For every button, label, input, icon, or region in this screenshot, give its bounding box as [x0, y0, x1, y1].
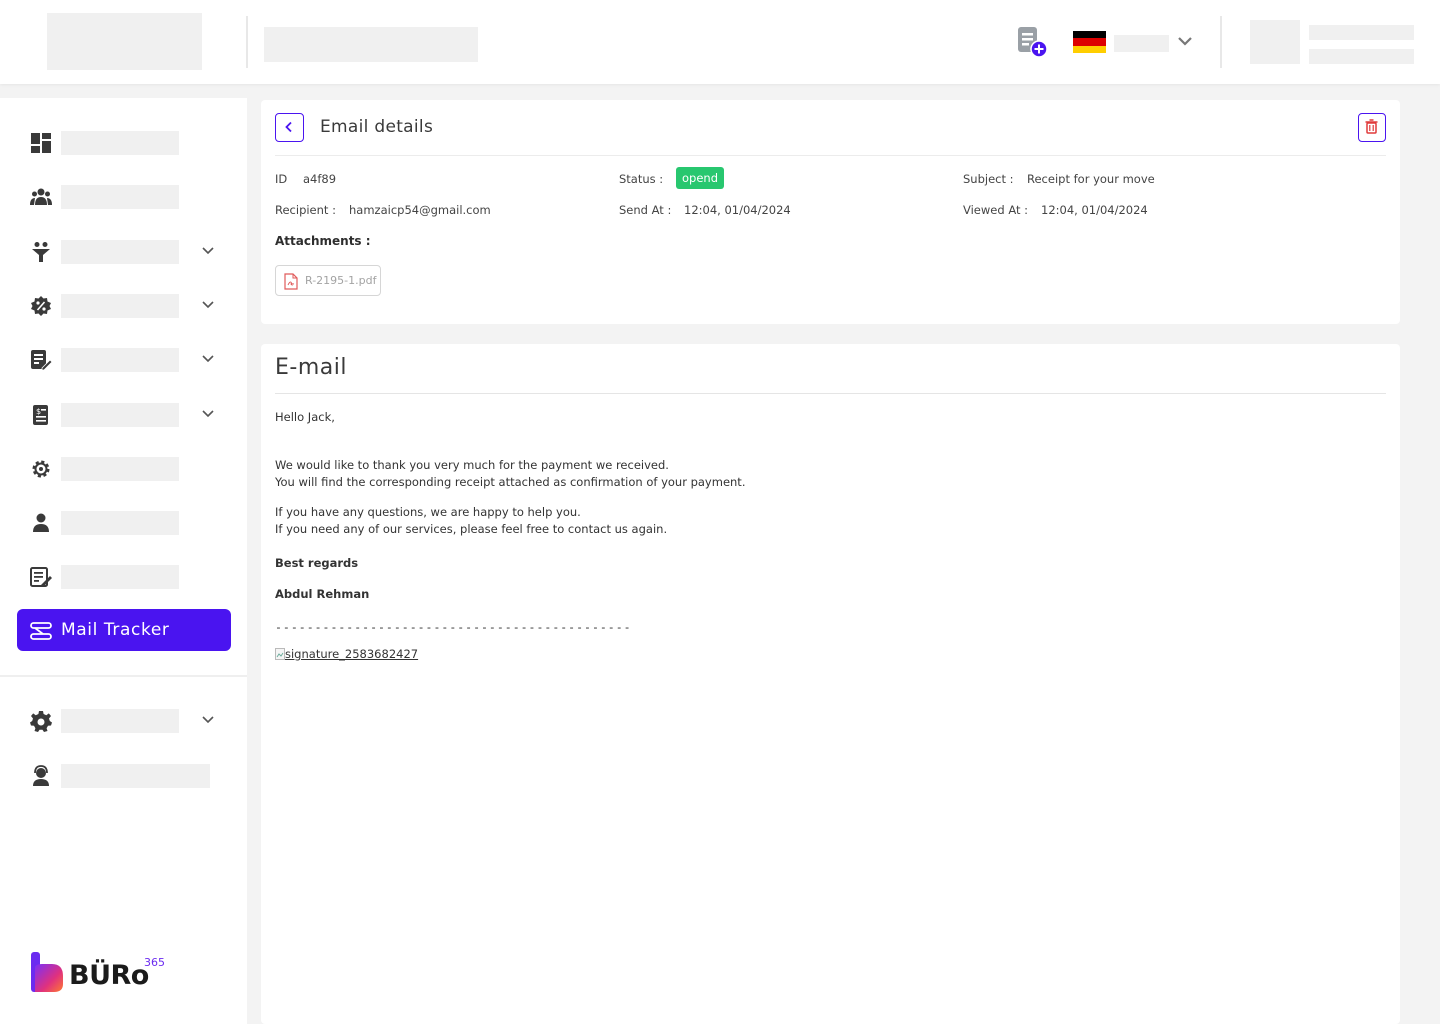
chevron-down-icon: [202, 716, 214, 724]
sidebar-item-label-placeholder: [61, 294, 179, 318]
id-value: a4f89: [303, 172, 337, 186]
buro-logo: BÜRo 365: [30, 950, 180, 998]
sidebar-item-label-placeholder: [61, 565, 179, 589]
support-icon: [33, 765, 49, 786]
recipient-label: Recipient :: [275, 203, 336, 217]
chevron-down-icon: [202, 247, 214, 255]
signature-image-alt: signature_2583682427: [285, 647, 419, 661]
sidebar-item-documents[interactable]: [17, 338, 231, 380]
chevron-down-icon: [202, 410, 214, 418]
attachment-name: R-2195-1.pdf: [305, 274, 377, 287]
sidebar-divider: [0, 675, 247, 677]
sidebar-item-mail-tracker[interactable]: Mail Tracker: [17, 609, 231, 651]
header-divider-right: [1220, 16, 1222, 68]
viewed-at-label: Viewed At :: [963, 203, 1029, 217]
user-name-placeholder: [1309, 25, 1414, 40]
settings-gear-icon: [32, 460, 50, 478]
email-paragraph-line: You will find the corresponding receipt …: [275, 475, 746, 489]
trash-icon: [1365, 119, 1378, 134]
svg-text:$: $: [36, 407, 41, 416]
sidebar-item-system-settings[interactable]: [17, 447, 231, 489]
header-logo-placeholder: [47, 13, 202, 70]
sidebar-item-label-placeholder: [61, 511, 179, 535]
signature-image-link[interactable]: signature_2583682427: [275, 647, 418, 661]
subject-value: Receipt for your move: [1027, 172, 1155, 186]
back-button[interactable]: [275, 113, 304, 142]
logo-superscript: 365: [144, 956, 165, 969]
email-section-title: E-mail: [275, 355, 347, 380]
email-body-card: E-mail Hello Jack, We would like to than…: [261, 344, 1400, 1024]
send-at-label: Send At :: [619, 203, 672, 217]
sidebar-item-label-placeholder: [61, 457, 179, 481]
sidebar-item-notes[interactable]: [17, 555, 231, 597]
header-divider: [246, 16, 248, 68]
language-name-placeholder: [1114, 35, 1169, 52]
email-paragraph-line: If you need any of our services, please …: [275, 522, 668, 536]
chevron-down-icon: [202, 355, 214, 363]
sidebar-item-label: Mail Tracker: [61, 620, 170, 640]
delete-button[interactable]: [1358, 113, 1386, 142]
sidebar-item-support[interactable]: [17, 754, 231, 796]
users-icon: [30, 188, 52, 205]
avatar[interactable]: [1250, 20, 1300, 64]
card-divider: [275, 155, 1386, 156]
sidebar-item-label-placeholder: [61, 185, 179, 209]
email-signature-name: Abdul Rehman: [275, 587, 370, 601]
sidebar-item-label-placeholder: [61, 131, 179, 155]
sidebar-item-dashboard[interactable]: [17, 121, 231, 163]
chevron-down-icon: [202, 301, 214, 309]
sidebar-item-label-placeholder: [61, 348, 179, 372]
sidebar-item-funnel[interactable]: [17, 230, 231, 272]
sidebar-item-discounts[interactable]: [17, 284, 231, 326]
note-edit-icon: [30, 567, 52, 587]
status-label: Status :: [619, 172, 664, 186]
recipient-value: hamzaicp54@gmail.com: [349, 203, 491, 217]
status-badge: opend: [676, 167, 724, 189]
email-closing: Best regards: [275, 556, 359, 570]
sidebar-item-label-placeholder: [61, 764, 210, 788]
sidebar-item-label-placeholder: [61, 403, 179, 427]
sidebar-item-invoices[interactable]: $: [17, 393, 231, 435]
mail-tracker-icon: [30, 622, 52, 640]
edit-document-icon: [31, 350, 52, 371]
attachments-label: Attachments :: [275, 234, 371, 248]
gear-icon: [30, 711, 52, 732]
subject-label: Subject :: [963, 172, 1014, 186]
person-icon: [33, 513, 49, 532]
chevron-left-icon: [285, 121, 292, 133]
sidebar-item-settings[interactable]: [17, 699, 231, 741]
email-greeting: Hello Jack,: [275, 410, 335, 424]
viewed-at-value: 12:04, 01/04/2024: [1041, 203, 1148, 217]
buro-logo-mark-icon: [31, 952, 63, 992]
sidebar-item-label-placeholder: [61, 240, 179, 264]
invoice-icon: $: [33, 405, 48, 425]
dashboard-icon: [31, 133, 51, 153]
signature-separator: ----------------------------------------…: [275, 620, 632, 634]
germany-flag-icon[interactable]: [1073, 31, 1106, 53]
card-divider: [275, 393, 1386, 394]
attachment-file[interactable]: R-2195-1.pdf: [275, 265, 381, 296]
pdf-file-icon: [284, 273, 298, 290]
sidebar-item-label-placeholder: [61, 709, 179, 733]
add-document-icon[interactable]: [1016, 26, 1048, 58]
id-label: ID: [275, 172, 288, 186]
top-header: [0, 0, 1440, 84]
discount-icon: [31, 296, 51, 316]
email-details-card: Email details ID a4f89 Status : opend Su…: [261, 100, 1400, 324]
chevron-down-icon[interactable]: [1176, 34, 1194, 48]
page-title: Email details: [320, 117, 434, 137]
email-paragraph-line: We would like to thank you very much for…: [275, 458, 669, 472]
broken-image-icon: [275, 648, 285, 660]
logo-wordmark: BÜRo: [69, 960, 149, 991]
email-paragraph-line: If you have any questions, we are happy …: [275, 505, 581, 519]
funnel-icon: [32, 242, 50, 262]
user-role-placeholder: [1309, 49, 1414, 64]
send-at-value: 12:04, 01/04/2024: [684, 203, 791, 217]
sidebar-item-profile[interactable]: [17, 501, 231, 543]
header-search-placeholder[interactable]: [264, 27, 478, 62]
sidebar-item-users[interactable]: [17, 175, 231, 217]
sidebar: $ Mail Tracker BÜRo 365: [0, 98, 247, 1024]
